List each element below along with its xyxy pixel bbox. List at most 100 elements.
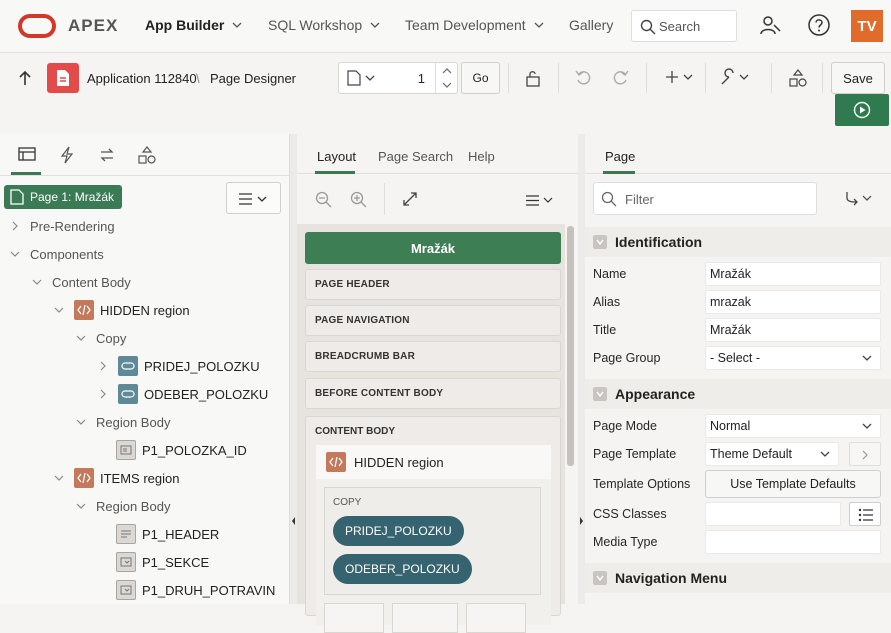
tab-layout[interactable]: Layout	[317, 149, 356, 164]
tree-item-p1-sekce[interactable]: P1_SEKCE	[116, 548, 209, 576]
layout-scrollbar[interactable]	[567, 226, 574, 466]
layout-menu-icon[interactable]	[526, 195, 554, 206]
tree-item-p1-druh-potravin[interactable]: P1_DRUH_POTRAVIN	[116, 576, 275, 604]
tree-menu-button[interactable]	[226, 182, 281, 214]
application-icon[interactable]	[47, 63, 79, 93]
slot-before-content-body[interactable]: BEFORE CONTENT BODY	[305, 378, 561, 409]
oracle-logo-icon[interactable]	[18, 14, 56, 38]
nav-sql-workshop[interactable]: SQL Workshop	[268, 17, 380, 33]
user-settings-icon[interactable]	[758, 13, 782, 37]
chevron-right-icon	[100, 389, 106, 399]
tree-item-hidden-region[interactable]: HIDDEN region	[54, 296, 190, 324]
right-splitter[interactable]	[578, 134, 585, 604]
page-number-stepper[interactable]	[435, 63, 457, 93]
slot-breadcrumb-bar[interactable]: BREADCRUMB BAR	[305, 341, 561, 372]
use-template-defaults-button[interactable]: Use Template Defaults	[705, 470, 881, 498]
page-icon	[10, 189, 24, 205]
tree-item-components[interactable]: Components	[10, 240, 104, 268]
title-field[interactable]: Mražák	[705, 318, 881, 342]
chevron-down-icon	[232, 22, 242, 28]
go-to-group-icon[interactable]	[845, 190, 873, 206]
button-icon	[118, 356, 138, 376]
toolbar-divider	[508, 63, 509, 93]
page-mode-select[interactable]: Normal	[705, 414, 881, 438]
nav-label: App Builder	[145, 17, 225, 33]
slot-page-header[interactable]: PAGE HEADER	[305, 269, 561, 300]
tree-item-items-region[interactable]: ITEMS region	[54, 464, 179, 492]
odeber-polozku-button[interactable]: ODEBER_POLOZKU	[333, 554, 472, 584]
tree-item-content-body[interactable]: Content Body	[32, 268, 131, 296]
undo-icon[interactable]	[575, 69, 593, 87]
grid-cell	[324, 603, 384, 633]
pridej-polozku-button[interactable]: PRIDEJ_POLOZKU	[333, 516, 464, 546]
processing-tab-icon[interactable]	[98, 146, 116, 164]
page-node-chip[interactable]: Page 1: Mražák	[4, 185, 123, 209]
right-tabs: Page	[585, 134, 891, 174]
nav-team-development[interactable]: Team Development	[405, 17, 544, 33]
run-page-button[interactable]	[835, 94, 889, 126]
tree-label: HIDDEN region	[100, 302, 190, 318]
css-classes-field[interactable]	[705, 502, 841, 526]
copy-slot[interactable]: COPY PRIDEJ_POLOZKU ODEBER_POLOZKU	[324, 487, 541, 595]
layout-hidden-region[interactable]: HIDDEN region COPY PRIDEJ_POLOZKU ODEBER…	[316, 445, 551, 633]
wrench-icon[interactable]	[720, 68, 750, 86]
dynamic-actions-tab-icon[interactable]	[59, 146, 75, 164]
filter-input[interactable]: Filter	[593, 182, 817, 215]
tree-item-pridej-polozku[interactable]: PRIDEJ_POLOZKU	[98, 352, 260, 380]
breadcrumb-page-designer: Page Designer	[210, 71, 296, 86]
section-navigation-menu[interactable]: Navigation Menu	[585, 563, 891, 593]
tab-page-search[interactable]: Page Search	[378, 149, 453, 164]
page-group-select[interactable]: - Select -	[705, 346, 881, 370]
menu-icon	[239, 193, 267, 205]
tree-label: ITEMS region	[100, 470, 180, 486]
section-identification[interactable]: Identification	[585, 227, 891, 257]
search-input[interactable]: Search	[631, 10, 737, 42]
nav-gallery[interactable]: Gallery	[569, 17, 613, 33]
page-template-select[interactable]: Theme Default	[705, 442, 839, 466]
shared-components-tab-icon[interactable]	[138, 146, 156, 164]
prop-label: Title	[593, 323, 617, 337]
code-region-icon	[74, 468, 94, 488]
left-splitter[interactable]	[290, 134, 297, 604]
expand-icon[interactable]	[403, 192, 417, 206]
tree-item-region-body[interactable]: Region Body	[76, 492, 170, 520]
page-title-bar[interactable]: Mražák	[305, 232, 561, 264]
go-to-template-button[interactable]	[849, 442, 881, 466]
section-appearance[interactable]: Appearance	[585, 379, 891, 409]
save-button[interactable]: Save	[831, 62, 885, 94]
layout-canvas[interactable]: Mražák PAGE HEADER PAGE NAVIGATION BREAD…	[297, 224, 565, 633]
name-field[interactable]: Mražák	[705, 262, 881, 286]
shared-components-icon[interactable]	[789, 69, 807, 87]
tree-item-pre-rendering[interactable]: Pre-Rendering	[10, 212, 115, 240]
chevron-right-icon	[862, 450, 868, 460]
help-icon[interactable]	[807, 13, 831, 37]
tab-help[interactable]: Help	[468, 149, 495, 164]
zoom-out-icon[interactable]	[315, 191, 333, 209]
brand-name[interactable]: APEX	[68, 16, 118, 36]
go-button[interactable]: Go	[461, 62, 500, 94]
add-icon[interactable]	[666, 70, 694, 84]
tree-item-copy[interactable]: Copy	[76, 324, 126, 352]
tree-item-p1-polozka-id[interactable]: P1_POLOZKA_ID	[116, 436, 247, 464]
tree-item-region-body[interactable]: Region Body	[76, 408, 170, 436]
nav-app-builder[interactable]: App Builder	[145, 17, 242, 33]
slot-page-navigation[interactable]: PAGE NAVIGATION	[305, 305, 561, 336]
rendering-tab-icon[interactable]	[18, 146, 36, 162]
page-number-field[interactable]: 1	[338, 62, 458, 94]
css-classes-list-button[interactable]	[849, 502, 881, 526]
zoom-in-icon[interactable]	[350, 191, 368, 209]
lock-icon[interactable]	[524, 69, 542, 87]
arrow-up-icon[interactable]	[18, 70, 32, 86]
tab-page[interactable]: Page	[605, 149, 635, 164]
tree-item-odeber-polozku[interactable]: ODEBER_POLOZKU	[98, 380, 268, 408]
search-placeholder: Search	[659, 19, 701, 34]
tree-item-p1-header[interactable]: P1_HEADER	[116, 520, 219, 548]
slot-content-body[interactable]: CONTENT BODY HIDDEN region COPY PRIDEJ_P…	[305, 416, 561, 633]
media-type-field[interactable]	[705, 530, 881, 554]
breadcrumb-application[interactable]: Application 112840	[87, 71, 197, 86]
alias-field[interactable]: mrazak	[705, 290, 881, 314]
tree-label: Region Body	[96, 414, 171, 430]
section-title: Navigation Menu	[615, 570, 728, 586]
redo-icon[interactable]	[611, 69, 629, 87]
user-avatar[interactable]: TV	[851, 10, 883, 42]
